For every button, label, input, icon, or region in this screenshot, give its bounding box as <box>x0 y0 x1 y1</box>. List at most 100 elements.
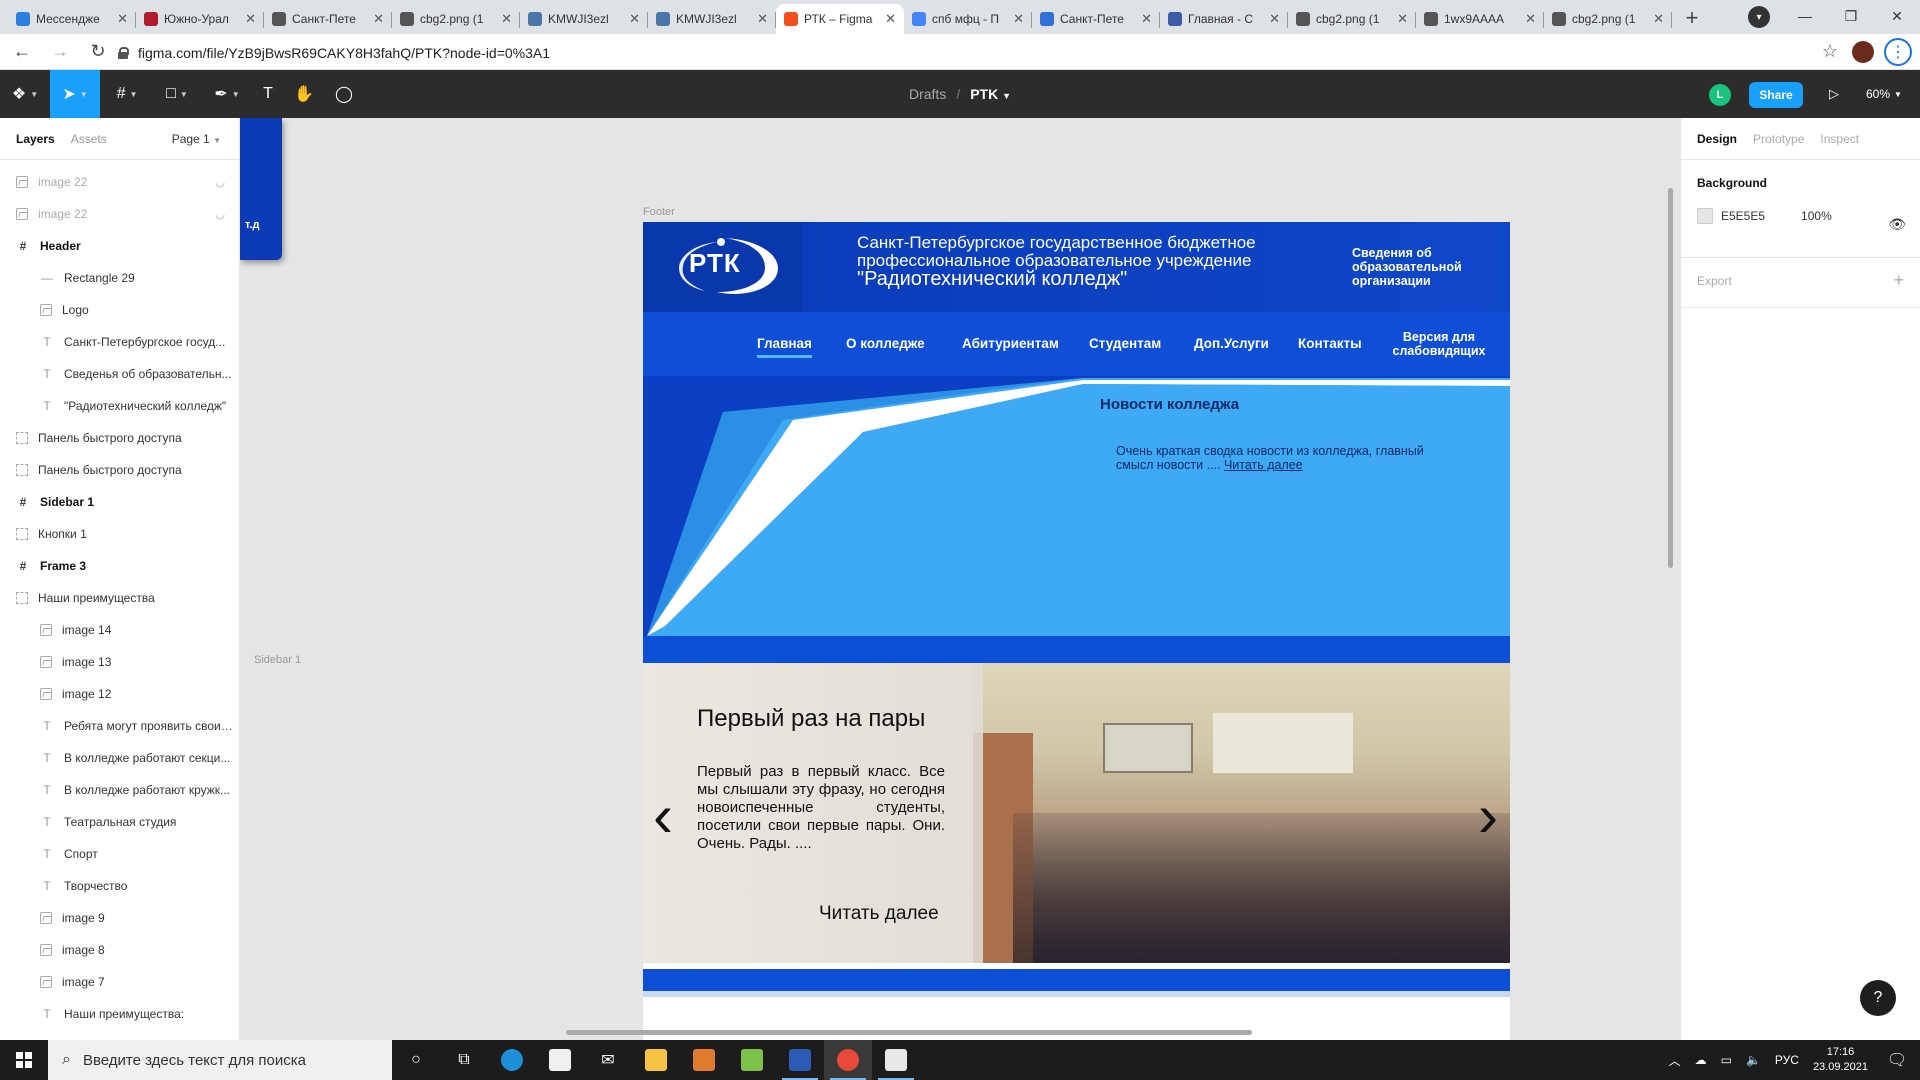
cortana-icon[interactable]: ○ <box>392 1040 440 1080</box>
slide-read-more-link[interactable]: Читать далее <box>819 903 939 925</box>
close-tab-icon[interactable]: ✕ <box>629 11 640 27</box>
layer-item[interactable]: Панель быстрого доступа <box>0 454 239 486</box>
slider-prev-icon[interactable]: ‹ <box>653 781 673 850</box>
explorer-icon[interactable] <box>632 1040 680 1080</box>
layer-item[interactable]: — Rectangle 29 <box>0 262 239 294</box>
language-indicator[interactable]: РУС <box>1775 1053 1799 1067</box>
eye-icon[interactable]: 👁 <box>1888 216 1906 233</box>
browser-tab[interactable]: Санкт-Пете ✕ <box>1032 4 1160 34</box>
edge-icon[interactable] <box>488 1040 536 1080</box>
layer-item[interactable]: image 12 <box>0 678 239 710</box>
layer-item[interactable]: T Творчество <box>0 870 239 902</box>
layer-item[interactable]: T Ребята могут проявить свои ... <box>0 710 239 742</box>
tab-assets[interactable]: Assets <box>71 132 107 146</box>
onedrive-icon[interactable]: ☁ <box>1695 1053 1707 1067</box>
canvas[interactable]: т.д Footer Sidebar 1 РТК Санкт-Петербург… <box>240 118 1680 1040</box>
mail-icon[interactable]: ✉ <box>584 1040 632 1080</box>
layer-item[interactable]: image 13 <box>0 646 239 678</box>
move-tool-icon[interactable]: ➤ ▼ <box>50 70 100 118</box>
tab-inspect[interactable]: Inspect <box>1820 132 1859 146</box>
close-tab-icon[interactable]: ✕ <box>117 11 128 27</box>
layer-item[interactable]: Панель быстрого доступа <box>0 422 239 454</box>
layer-item[interactable]: image 7 <box>0 966 239 998</box>
close-window-icon[interactable]: ✕ <box>1874 0 1920 32</box>
layer-item[interactable]: image 22 ◡ <box>0 198 239 230</box>
news-read-more-link[interactable]: Читать далее <box>1224 458 1303 472</box>
text-tool-icon[interactable]: T <box>252 70 284 118</box>
layer-item[interactable]: T Сведенья об образовательн... <box>0 358 239 390</box>
close-tab-icon[interactable]: ✕ <box>757 11 768 27</box>
layer-item[interactable]: # Header <box>0 230 239 262</box>
browser-tab[interactable]: cbg2.png (1 ✕ <box>1544 4 1672 34</box>
restore-icon[interactable]: ❐ <box>1828 0 1874 32</box>
tab-layers[interactable]: Layers <box>16 132 55 146</box>
zoom-dropdown[interactable]: 60% ▼ <box>1866 82 1902 106</box>
tab-prototype[interactable]: Prototype <box>1753 132 1804 146</box>
notepad-icon[interactable] <box>872 1040 920 1080</box>
close-tab-icon[interactable]: ✕ <box>1013 11 1024 27</box>
add-export-icon[interactable]: + <box>1893 270 1904 291</box>
browser-menu-icon[interactable]: ⋮ <box>1884 38 1912 66</box>
forward-icon[interactable]: → <box>44 36 76 68</box>
present-icon[interactable]: ▷ <box>1822 82 1846 106</box>
new-tab-button[interactable]: + <box>1678 4 1706 32</box>
layer-item[interactable]: Кнопки 1 <box>0 518 239 550</box>
paint-icon[interactable] <box>728 1040 776 1080</box>
task-view-icon[interactable]: ⧉ <box>440 1040 488 1080</box>
browser-tab[interactable]: KMWJI3ezl ✕ <box>648 4 776 34</box>
hidden-eye-icon[interactable]: ◡ <box>215 176 225 189</box>
layer-item[interactable]: T Театральная студия <box>0 806 239 838</box>
chrome-icon[interactable] <box>824 1040 872 1080</box>
browser-tab[interactable]: Мессендже ✕ <box>8 4 136 34</box>
layer-item[interactable]: image 22 ◡ <box>0 166 239 198</box>
nav-item-home[interactable]: Главная <box>757 336 812 358</box>
layer-item[interactable]: T В колледже работают секци... <box>0 742 239 774</box>
nav-item-contacts[interactable]: Контакты <box>1298 336 1362 351</box>
layer-item[interactable]: image 14 <box>0 614 239 646</box>
browser-tab[interactable]: cbg2.png (1 ✕ <box>392 4 520 34</box>
layer-item[interactable]: T Санкт-Петербургское госуд... <box>0 326 239 358</box>
nav-item-about[interactable]: О колледже <box>846 336 925 351</box>
sidebar-frame-fragment[interactable]: т.д <box>240 118 282 260</box>
pen-tool-icon[interactable]: ✒ ▼ <box>206 70 248 118</box>
close-tab-icon[interactable]: ✕ <box>1397 11 1408 27</box>
page-selector[interactable]: Page 1 ▼ <box>172 132 221 146</box>
store-icon[interactable] <box>536 1040 584 1080</box>
comment-tool-icon[interactable]: ◯ <box>328 70 360 118</box>
hand-tool-icon[interactable]: ✋ <box>288 70 320 118</box>
close-tab-icon[interactable]: ✕ <box>1525 11 1536 27</box>
profile-avatar[interactable] <box>1852 41 1874 63</box>
url-field[interactable]: figma.com/file/YzB9jBwsR69CAKY8H3fahQ/PT… <box>108 39 1838 67</box>
close-tab-icon[interactable]: ✕ <box>885 11 896 27</box>
vertical-scrollbar[interactable] <box>1668 188 1673 568</box>
tab-design[interactable]: Design <box>1697 132 1737 146</box>
frame-tool-icon[interactable]: # ▼ <box>106 70 148 118</box>
user-avatar[interactable]: L <box>1709 84 1731 106</box>
slider-next-icon[interactable]: › <box>1478 781 1498 850</box>
browser-tab[interactable]: 1wx9AAAA ✕ <box>1416 4 1544 34</box>
layer-item[interactable]: # Sidebar 1 <box>0 486 239 518</box>
close-tab-icon[interactable]: ✕ <box>501 11 512 27</box>
tray-expand-icon[interactable]: ︿ <box>1669 1052 1681 1069</box>
back-icon[interactable]: ← <box>6 36 38 68</box>
background-fill-row[interactable]: E5E5E5 100% <box>1697 208 1904 224</box>
sublime-icon[interactable] <box>680 1040 728 1080</box>
close-tab-icon[interactable]: ✕ <box>373 11 384 27</box>
browser-tab[interactable]: Южно-Урал ✕ <box>136 4 264 34</box>
site-frame[interactable]: РТК Санкт-Петербургское государственное … <box>643 222 1510 1040</box>
file-name[interactable]: PTK ▼ <box>970 86 1011 102</box>
layer-item[interactable]: T Наши преимущества: <box>0 998 239 1030</box>
notifications-icon[interactable]: 🗨 <box>1874 1040 1920 1080</box>
help-icon[interactable]: ? <box>1860 980 1896 1016</box>
breadcrumb-drafts[interactable]: Drafts <box>909 86 946 102</box>
word-icon[interactable] <box>776 1040 824 1080</box>
browser-tab[interactable]: cbg2.png (1 ✕ <box>1288 4 1416 34</box>
layer-item[interactable]: Наши преимущества <box>0 582 239 614</box>
layer-item[interactable]: T Спорт <box>0 838 239 870</box>
browser-tab[interactable]: Главная - С ✕ <box>1160 4 1288 34</box>
layer-item[interactable]: T "Радиотехнический колледж" <box>0 390 239 422</box>
browser-tab[interactable]: РТК – Figma ✕ <box>776 4 904 34</box>
background-opacity[interactable]: 100% <box>1801 209 1832 223</box>
figma-menu-icon[interactable]: ❖ ▼ <box>8 70 42 118</box>
close-tab-icon[interactable]: ✕ <box>1141 11 1152 27</box>
